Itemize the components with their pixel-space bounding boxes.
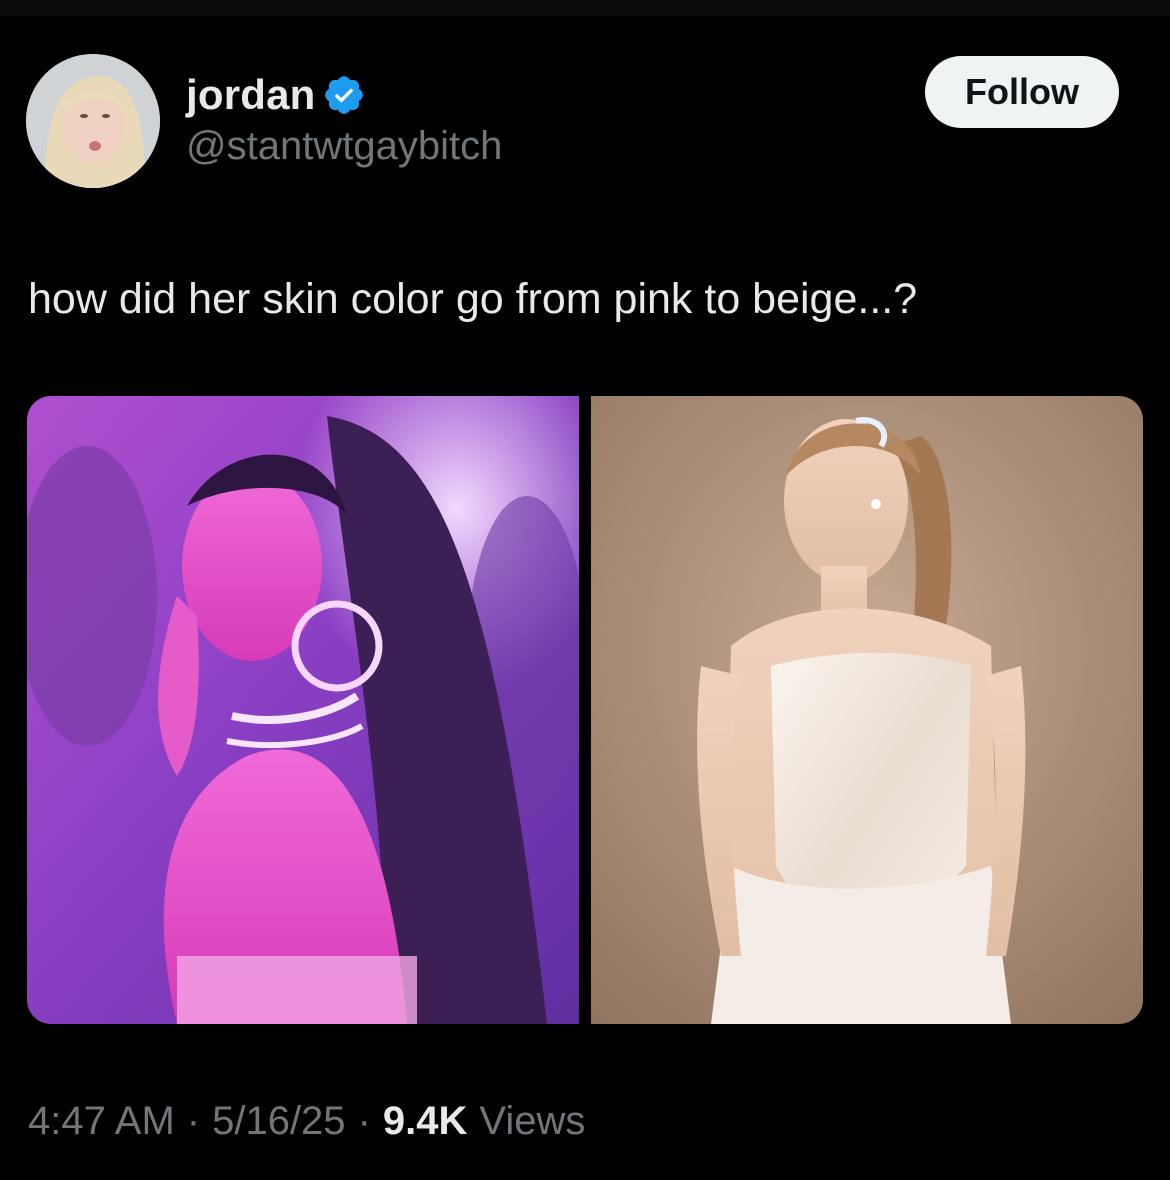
media-photo-1[interactable] <box>27 396 579 1024</box>
views-label[interactable]: Views <box>479 1099 585 1144</box>
views-count[interactable]: 9.4K <box>383 1099 468 1144</box>
tweet-time[interactable]: 4:47 AM <box>28 1099 175 1144</box>
meta-separator: · <box>186 1099 201 1143</box>
follow-button[interactable]: Follow <box>925 56 1119 128</box>
media-photo-2[interactable] <box>591 396 1143 1024</box>
author-avatar[interactable] <box>26 54 160 188</box>
verified-badge-icon <box>322 73 366 117</box>
author-handle[interactable]: @stantwtgaybitch <box>186 124 502 169</box>
avatar-photo <box>26 54 160 188</box>
photo-pink-lighting-icon <box>27 396 579 1024</box>
photo-white-strapless-dress-icon <box>591 396 1143 1024</box>
tweet-meta-row: 4:47 AM · 5/16/25 · 9.4K Views <box>28 1099 585 1144</box>
tweet-text: how did her skin color go from pink to b… <box>28 275 918 323</box>
status-bar-edge <box>0 0 1170 16</box>
tweet-media-grid[interactable] <box>27 396 1143 1024</box>
author-display-name[interactable]: jordan <box>186 71 316 119</box>
author-name-row[interactable]: jordan <box>186 70 366 120</box>
meta-separator: · <box>357 1099 371 1143</box>
tweet-date[interactable]: 5/16/25 <box>212 1099 345 1144</box>
tweet-card[interactable]: jordan @stantwtgaybitch Follow how did h… <box>0 16 1170 1180</box>
